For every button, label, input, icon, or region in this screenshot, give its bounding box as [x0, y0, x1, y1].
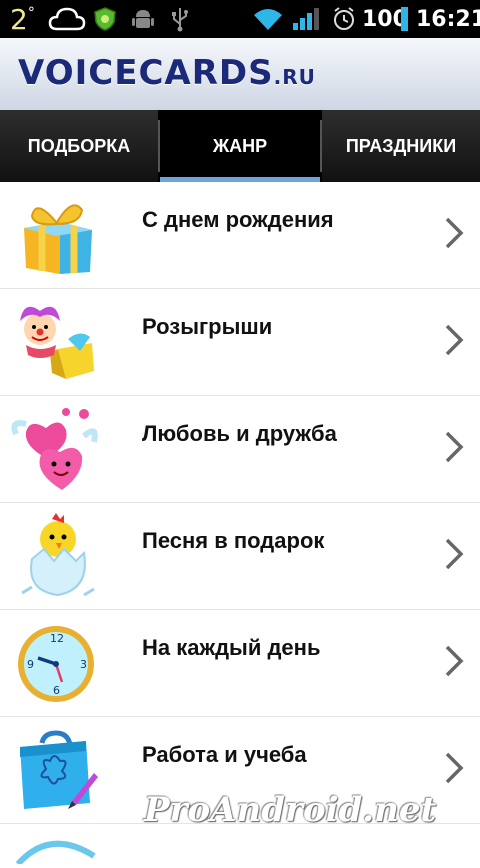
battery-icon	[400, 0, 410, 38]
security-icon	[92, 0, 118, 38]
list-item-song[interactable]: Песня в подарок	[0, 503, 480, 610]
app-header: VOICECARDS.RU	[0, 38, 480, 111]
list-item-label: Розыгрыши	[142, 314, 273, 339]
logo-text: VOICECARDS	[18, 53, 274, 93]
status-bar: 2 ° 100 16:21	[0, 0, 480, 38]
chevron-right-icon	[445, 217, 464, 249]
tab-prazdniki[interactable]: ПРАЗДНИКИ	[322, 110, 480, 182]
list-item-birthday[interactable]: С днем рождения	[0, 182, 480, 289]
list-item-label: Песня в подарок	[142, 528, 325, 553]
degree-sign: °	[27, 5, 35, 21]
hearts-icon	[10, 406, 100, 492]
list-item-everyday[interactable]: 12 3 6 9 На каждый день	[0, 610, 480, 717]
chevron-right-icon	[445, 538, 464, 570]
usb-icon	[170, 0, 190, 38]
watermark: ProAndroid.net	[144, 790, 437, 830]
clock-time: 16:21	[416, 6, 480, 32]
alarm-icon	[332, 0, 356, 38]
briefcase-icon	[10, 727, 100, 813]
list-item-pranks[interactable]: Розыгрыши	[0, 289, 480, 396]
weather-temperature: 2 °	[10, 0, 35, 38]
logo-domain: .RU	[273, 65, 316, 89]
clock-icon: 12 3 6 9	[10, 620, 100, 706]
temperature-value: 2	[10, 2, 28, 36]
chick-egg-icon	[10, 513, 100, 599]
list-item-love[interactable]: Любовь и дружба	[0, 396, 480, 503]
list-item-label: Любовь и дружба	[142, 421, 337, 446]
chevron-right-icon	[445, 324, 464, 356]
list-item-label: На каждый день	[142, 635, 321, 660]
tab-bar: ПОДБОРКА ЖАНР ПРАЗДНИКИ	[0, 110, 480, 182]
partial-icon	[10, 834, 100, 867]
android-icon	[132, 0, 154, 38]
jester-box-icon	[10, 299, 100, 385]
cloud-icon	[48, 0, 86, 38]
list-item-label: Работа и учеба	[142, 742, 307, 767]
chevron-right-icon	[445, 752, 464, 784]
svg-text:6: 6	[53, 684, 60, 697]
gift-icon	[10, 192, 100, 278]
svg-text:12: 12	[50, 632, 64, 645]
list-item-label: С днем рождения	[142, 207, 334, 232]
app-logo: VOICECARDS.RU	[18, 56, 316, 94]
wifi-icon	[252, 0, 284, 38]
signal-icon	[292, 0, 320, 38]
tab-podborka[interactable]: ПОДБОРКА	[0, 110, 158, 182]
chevron-right-icon	[445, 431, 464, 463]
list-item-partial[interactable]	[0, 824, 480, 867]
chevron-right-icon	[445, 645, 464, 677]
svg-text:9: 9	[27, 658, 34, 671]
tab-zhanr[interactable]: ЖАНР	[160, 110, 320, 182]
svg-text:3: 3	[80, 658, 87, 671]
